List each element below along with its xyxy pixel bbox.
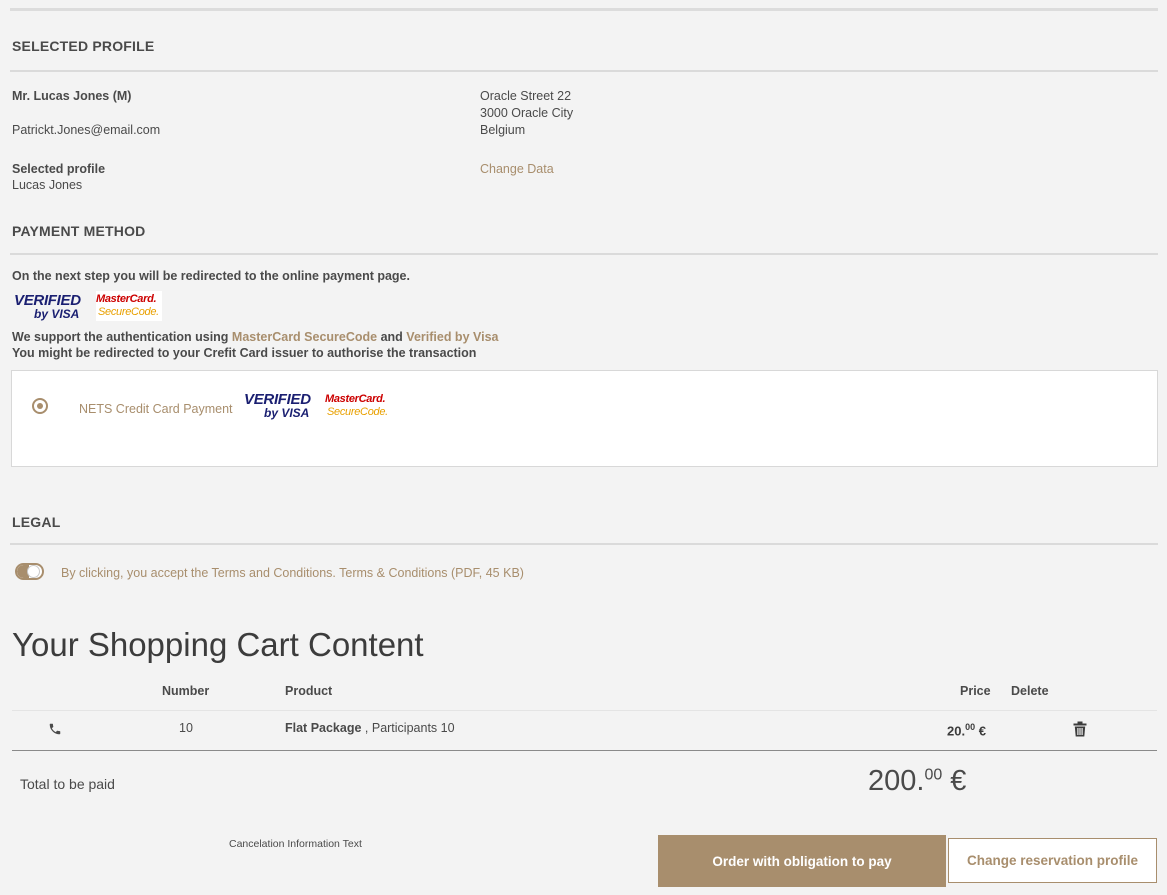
- product-name: Flat Package: [285, 721, 362, 735]
- address-line-1: Oracle Street 22: [480, 89, 572, 103]
- column-header-price: Price: [960, 684, 991, 698]
- change-reservation-profile-button[interactable]: Change reservation profile: [948, 838, 1157, 883]
- terms-text[interactable]: By clicking, you accept the Terms and Co…: [61, 565, 524, 581]
- payment-option-label[interactable]: NETS Credit Card Payment: [79, 401, 233, 417]
- column-header-product: Product: [285, 684, 333, 698]
- redirect-note: On the next step you will be redirected …: [12, 269, 410, 283]
- address-line-2: 3000 Oracle City: [480, 106, 574, 120]
- selected-profile-label: Selected profile: [12, 162, 106, 176]
- cancelation-info: Cancelation Information Text: [229, 838, 362, 850]
- total-price: 200.00 €: [868, 765, 967, 797]
- product-detail: , Participants 10: [361, 721, 455, 735]
- table-divider: [12, 710, 1157, 711]
- change-data-link[interactable]: Change Data: [480, 161, 554, 177]
- profile-email: Patrickt.Jones@email.com: [12, 123, 161, 137]
- verified-by-visa-logo: VERIFIED by VISA: [244, 391, 311, 420]
- section-title-selected-profile: SELECTED PROFILE: [12, 38, 155, 54]
- address-line-3: Belgium: [480, 123, 526, 137]
- payment-option-radio[interactable]: [32, 398, 48, 414]
- section-divider: [10, 543, 1158, 545]
- section-divider: [10, 70, 1158, 72]
- payment-option-card[interactable]: NETS Credit Card Payment VERIFIED by VIS…: [11, 370, 1158, 467]
- cart-title: Your Shopping Cart Content: [12, 626, 424, 663]
- order-button[interactable]: Order with obligation to pay: [658, 835, 946, 887]
- section-title-payment-method: PAYMENT METHOD: [12, 223, 146, 239]
- mastercard-securecode-link[interactable]: MasterCard SecureCode: [232, 330, 377, 344]
- profile-name: Mr. Lucas Jones (M): [12, 89, 132, 103]
- total-label: Total to be paid: [20, 776, 115, 792]
- row-price: 20.00 €: [947, 722, 986, 739]
- section-divider: [10, 253, 1158, 255]
- selected-profile-value: Lucas Jones: [12, 178, 83, 192]
- mastercard-securecode-logo: MasterCard. SecureCode.: [96, 291, 162, 321]
- total-divider: [12, 750, 1157, 751]
- trash-icon[interactable]: [1073, 721, 1087, 737]
- column-header-delete: Delete: [1011, 684, 1049, 698]
- support-note: We support the authentication using Mast…: [12, 330, 499, 344]
- column-header-number: Number: [162, 684, 210, 698]
- row-product: Flat Package , Participants 10: [285, 720, 455, 736]
- phone-icon: [49, 723, 61, 735]
- row-number: 10: [179, 721, 193, 735]
- mastercard-securecode-logo: MasterCard. SecureCode.: [325, 393, 388, 418]
- top-divider: [10, 8, 1158, 11]
- section-title-legal: LEGAL: [12, 514, 61, 530]
- verified-by-visa-link[interactable]: Verified by Visa: [406, 330, 498, 344]
- issuer-note: You might be redirected to your Crefit C…: [12, 346, 477, 360]
- terms-toggle[interactable]: [15, 563, 44, 580]
- verified-by-visa-logo: VERIFIED by VISA: [14, 292, 81, 321]
